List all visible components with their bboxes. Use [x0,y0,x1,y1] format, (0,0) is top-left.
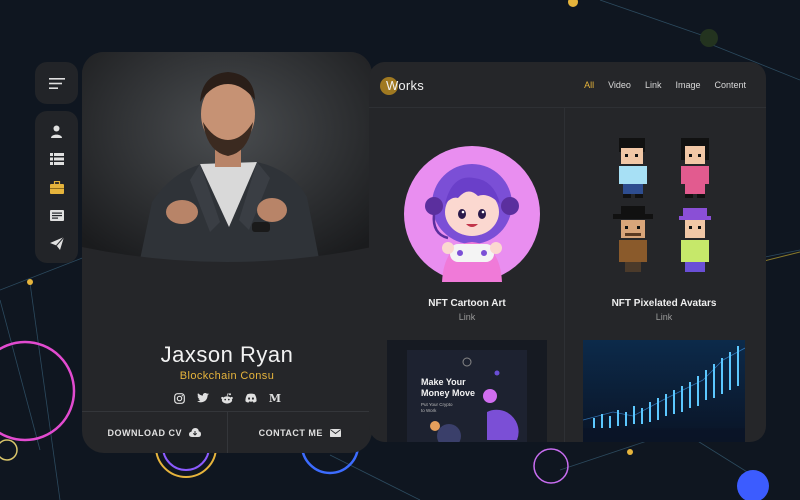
works-panel: Works All Video Link Image Content NFT C… [369,62,766,442]
filter-tab-content[interactable]: Content [714,80,746,90]
profile-photo [82,52,372,274]
works-header: Works All Video Link Image Content [369,62,766,108]
envelope-icon [329,428,341,437]
works-filter-tabs: All Video Link Image Content [584,80,746,90]
work-item-link[interactable]: Link [574,312,754,322]
user-icon[interactable] [48,122,66,140]
list-icon[interactable] [48,150,66,168]
work-item-link[interactable]: Link [377,312,557,322]
menu-button[interactable] [35,62,78,104]
download-cv-label: DOWNLOAD CV [107,427,182,438]
nft-cartoon-art-thumbnail[interactable] [402,144,542,284]
card-actions: DOWNLOAD CV CONTACT ME [82,411,372,453]
profile-name: Jaxson Ryan [160,342,294,367]
contact-me-label: CONTACT ME [258,427,323,438]
filter-tab-video[interactable]: Video [608,80,631,90]
works-title: Works [386,78,425,93]
contact-me-button[interactable]: CONTACT ME [226,412,373,453]
trading-chart-thumbnail[interactable] [583,340,745,442]
briefcase-icon[interactable] [48,178,66,196]
side-navigation [35,111,78,263]
promo-heading: Make Your Money Move [421,377,476,398]
instagram-icon[interactable] [173,392,185,404]
profile-card: Jaxson Ryan Blockchain Consu M DOWNLOAD … [82,52,372,453]
hamburger-icon [48,77,65,89]
reddit-icon[interactable] [221,392,233,404]
work-item-title: NFT Pixelated Avatars [611,298,717,309]
medium-icon[interactable]: M [269,392,281,405]
nft-pixelated-avatars-thumbnail[interactable] [605,134,725,284]
filter-tab-image[interactable]: Image [675,80,700,90]
social-links: M [82,392,372,405]
work-item-title: NFT Cartoon Art [428,298,506,309]
card-icon[interactable] [48,206,66,224]
cloud-download-icon [189,428,201,437]
grid-divider [564,108,565,442]
discord-icon[interactable] [245,392,257,404]
send-icon[interactable] [48,234,66,252]
filter-tab-link[interactable]: Link [645,80,662,90]
filter-tab-all[interactable]: All [584,80,594,90]
twitter-icon[interactable] [197,392,209,404]
profile-role: Blockchain Consu [179,370,275,382]
promo-subtext: Put Your Crypto to Work [421,402,453,413]
download-cv-button[interactable]: DOWNLOAD CV [82,412,227,453]
